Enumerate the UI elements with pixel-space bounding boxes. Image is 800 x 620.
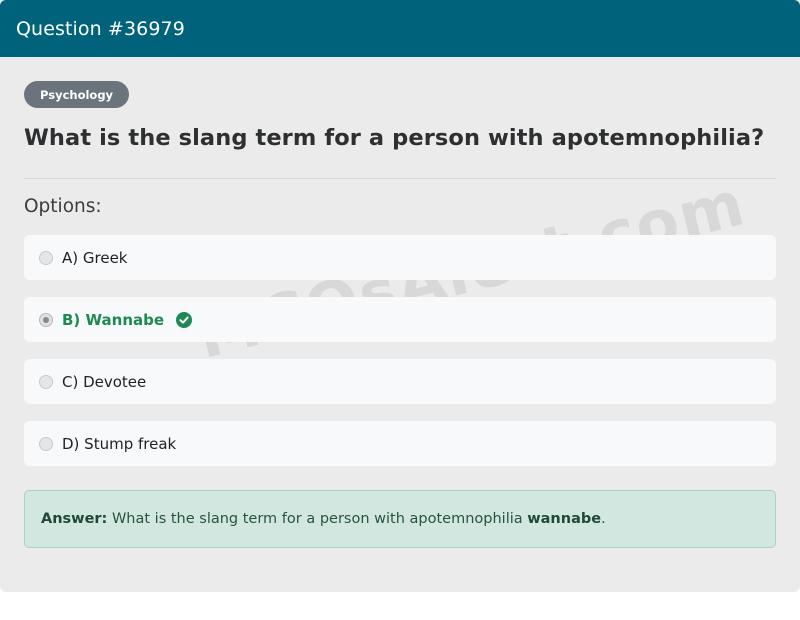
- check-circle-icon: [176, 311, 193, 328]
- options-heading: Options:: [24, 196, 102, 217]
- answer-prefix: Answer:: [41, 511, 108, 527]
- option-d[interactable]: D) Stump freak: [24, 421, 776, 466]
- answer-suffix: .: [601, 511, 606, 527]
- question-text: What is the slang term for a person with…: [24, 125, 765, 151]
- option-c-label: C) Devotee: [62, 372, 147, 391]
- option-b[interactable]: B) Wannabe: [24, 297, 776, 342]
- divider: [24, 178, 776, 179]
- question-number: Question #36979: [16, 17, 185, 40]
- option-a[interactable]: A) Greek: [24, 235, 776, 280]
- option-c-radio[interactable]: [39, 374, 53, 389]
- option-d-label: D) Stump freak: [62, 434, 177, 453]
- question-card: Question #36979 MCQsAlert.com Psychology…: [0, 0, 800, 592]
- option-b-radio[interactable]: [39, 312, 53, 327]
- option-a-radio[interactable]: [39, 250, 53, 265]
- option-d-radio[interactable]: [39, 436, 53, 451]
- option-c[interactable]: C) Devotee: [24, 359, 776, 404]
- option-b-label: B) Wannabe: [62, 310, 165, 329]
- option-a-label: A) Greek: [62, 248, 128, 267]
- answer-text: What is the slang term for a person with…: [111, 511, 523, 527]
- category-badge[interactable]: Psychology: [24, 81, 130, 108]
- answer-box: Answer: What is the slang term for a per…: [24, 490, 776, 548]
- answer-value: wannabe: [527, 511, 602, 527]
- question-header: Question #36979: [0, 0, 800, 57]
